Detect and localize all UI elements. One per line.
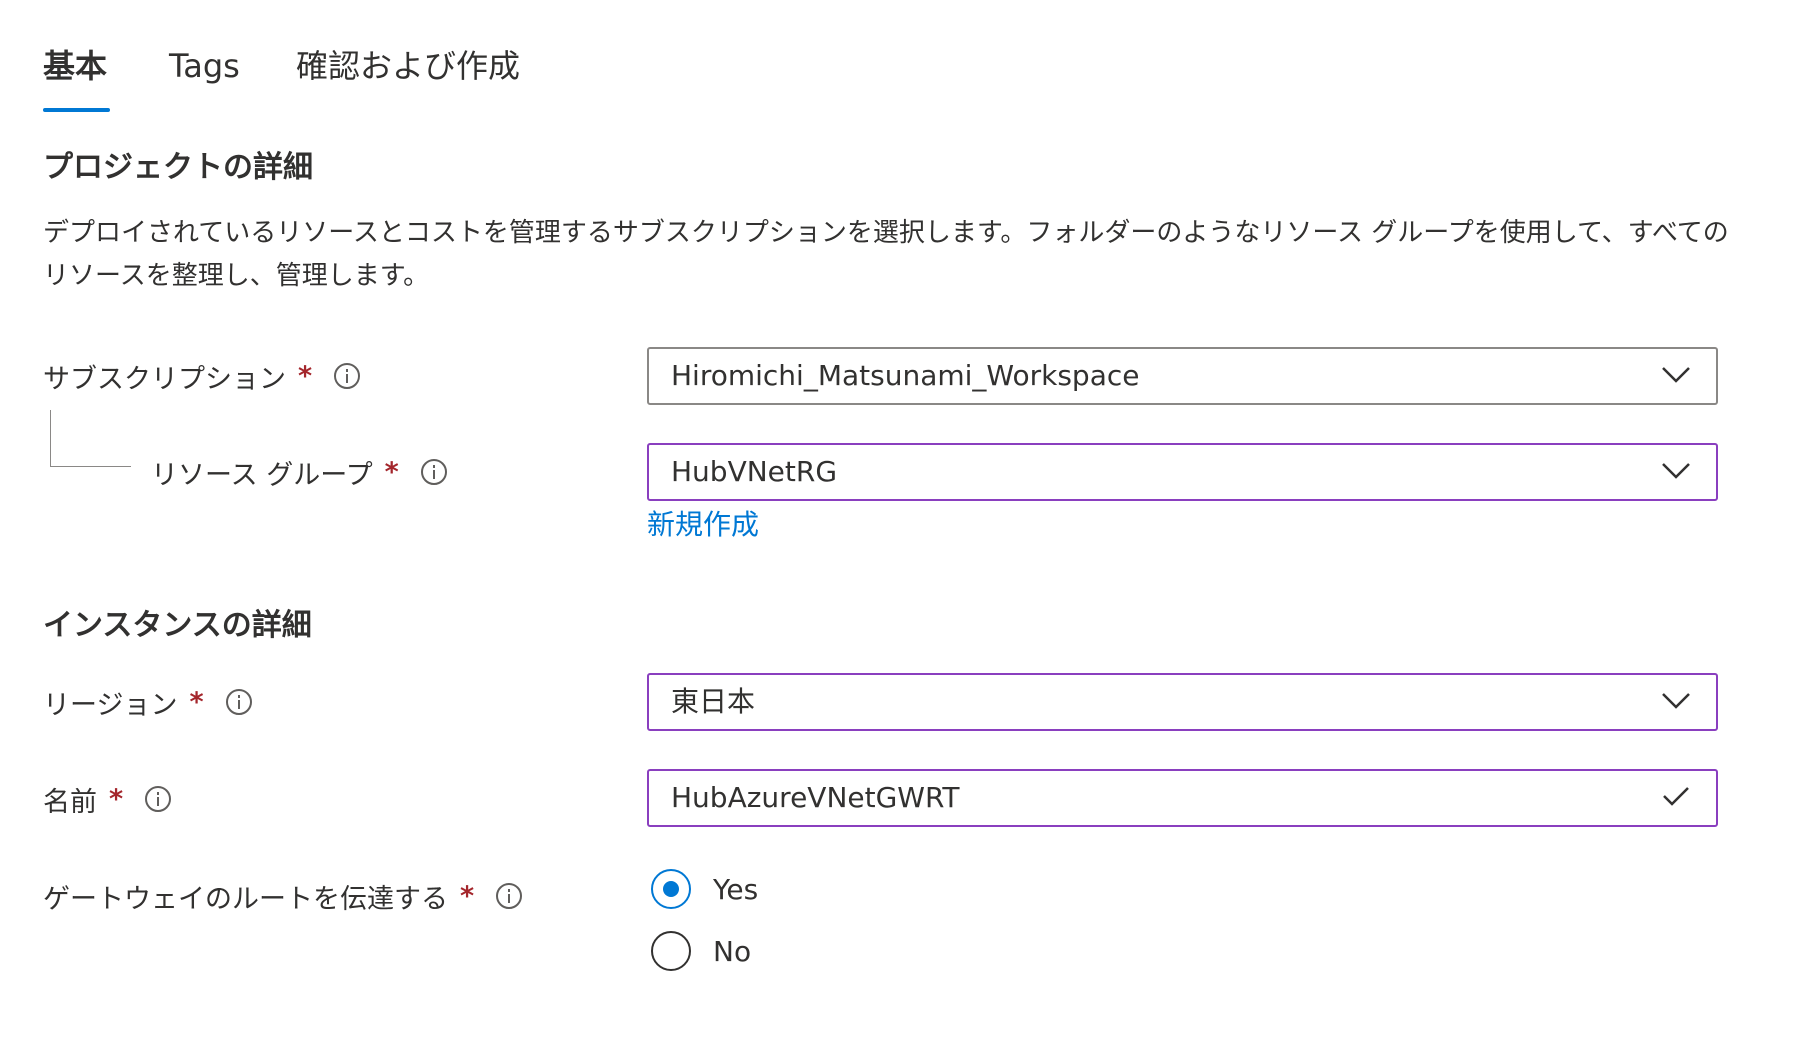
chevron-down-icon xyxy=(1662,693,1690,709)
info-icon[interactable] xyxy=(496,883,523,909)
required-marker: * xyxy=(189,686,204,718)
chevron-down-icon xyxy=(1662,463,1690,479)
instance-details-heading: インスタンスの詳細 xyxy=(43,608,312,643)
name-input[interactable]: HubAzureVNetGWRT xyxy=(647,769,1718,827)
radio-yes[interactable] xyxy=(651,869,691,909)
subscription-value: Hiromichi_Matsunami_Workspace xyxy=(671,359,1140,392)
name-label-row: 名前 * xyxy=(43,779,172,819)
radio-option-yes[interactable]: Yes xyxy=(651,866,758,912)
radio-option-no[interactable]: No xyxy=(651,928,751,974)
required-marker: * xyxy=(109,783,124,815)
info-icon[interactable] xyxy=(334,363,361,389)
resource-group-label: リソース グループ xyxy=(151,459,373,491)
tab-tags[interactable]: Tags xyxy=(169,44,240,88)
active-tab-indicator xyxy=(43,108,110,112)
subscription-label: サブスクリプション xyxy=(43,363,286,395)
hierarchy-connector xyxy=(50,410,131,467)
name-value: HubAzureVNetGWRT xyxy=(671,781,960,814)
propagate-routes-label: ゲートウェイのルートを伝達する xyxy=(43,883,448,915)
tab-basics[interactable]: 基本 xyxy=(43,44,107,88)
required-marker: * xyxy=(298,360,313,392)
create-new-resource-group-link[interactable]: 新規作成 xyxy=(647,503,759,543)
project-details-description: デプロイされているリソースとコストを管理するサブスクリプションを選択します。フォ… xyxy=(43,218,1729,291)
resource-group-label-row: リソース グループ * xyxy=(151,452,447,492)
region-label-row: リージョン * xyxy=(43,682,252,722)
info-icon[interactable] xyxy=(145,786,172,812)
region-value: 東日本 xyxy=(671,685,756,718)
info-icon[interactable] xyxy=(225,689,252,715)
info-icon[interactable] xyxy=(420,459,447,485)
chevron-down-icon xyxy=(1662,367,1690,383)
radio-no-label: No xyxy=(713,934,752,968)
resource-group-value: HubVNetRG xyxy=(671,455,838,488)
tab-review-create[interactable]: 確認および作成 xyxy=(296,44,520,88)
required-marker: * xyxy=(384,456,399,488)
region-label: リージョン xyxy=(43,689,178,721)
region-dropdown[interactable]: 東日本 xyxy=(647,673,1718,731)
project-details-heading: プロジェクトの詳細 xyxy=(43,150,313,185)
subscription-dropdown[interactable]: Hiromichi_Matsunami_Workspace xyxy=(647,347,1718,405)
subscription-label-row: サブスクリプション * xyxy=(43,356,361,396)
resource-group-dropdown[interactable]: HubVNetRG xyxy=(647,443,1718,501)
radio-no[interactable] xyxy=(651,931,691,971)
radio-yes-label: Yes xyxy=(713,872,759,906)
name-label: 名前 xyxy=(43,786,97,818)
checkmark-icon xyxy=(1663,787,1689,806)
propagate-routes-label-row: ゲートウェイのルートを伝達する * xyxy=(43,876,523,916)
required-marker: * xyxy=(460,880,475,912)
